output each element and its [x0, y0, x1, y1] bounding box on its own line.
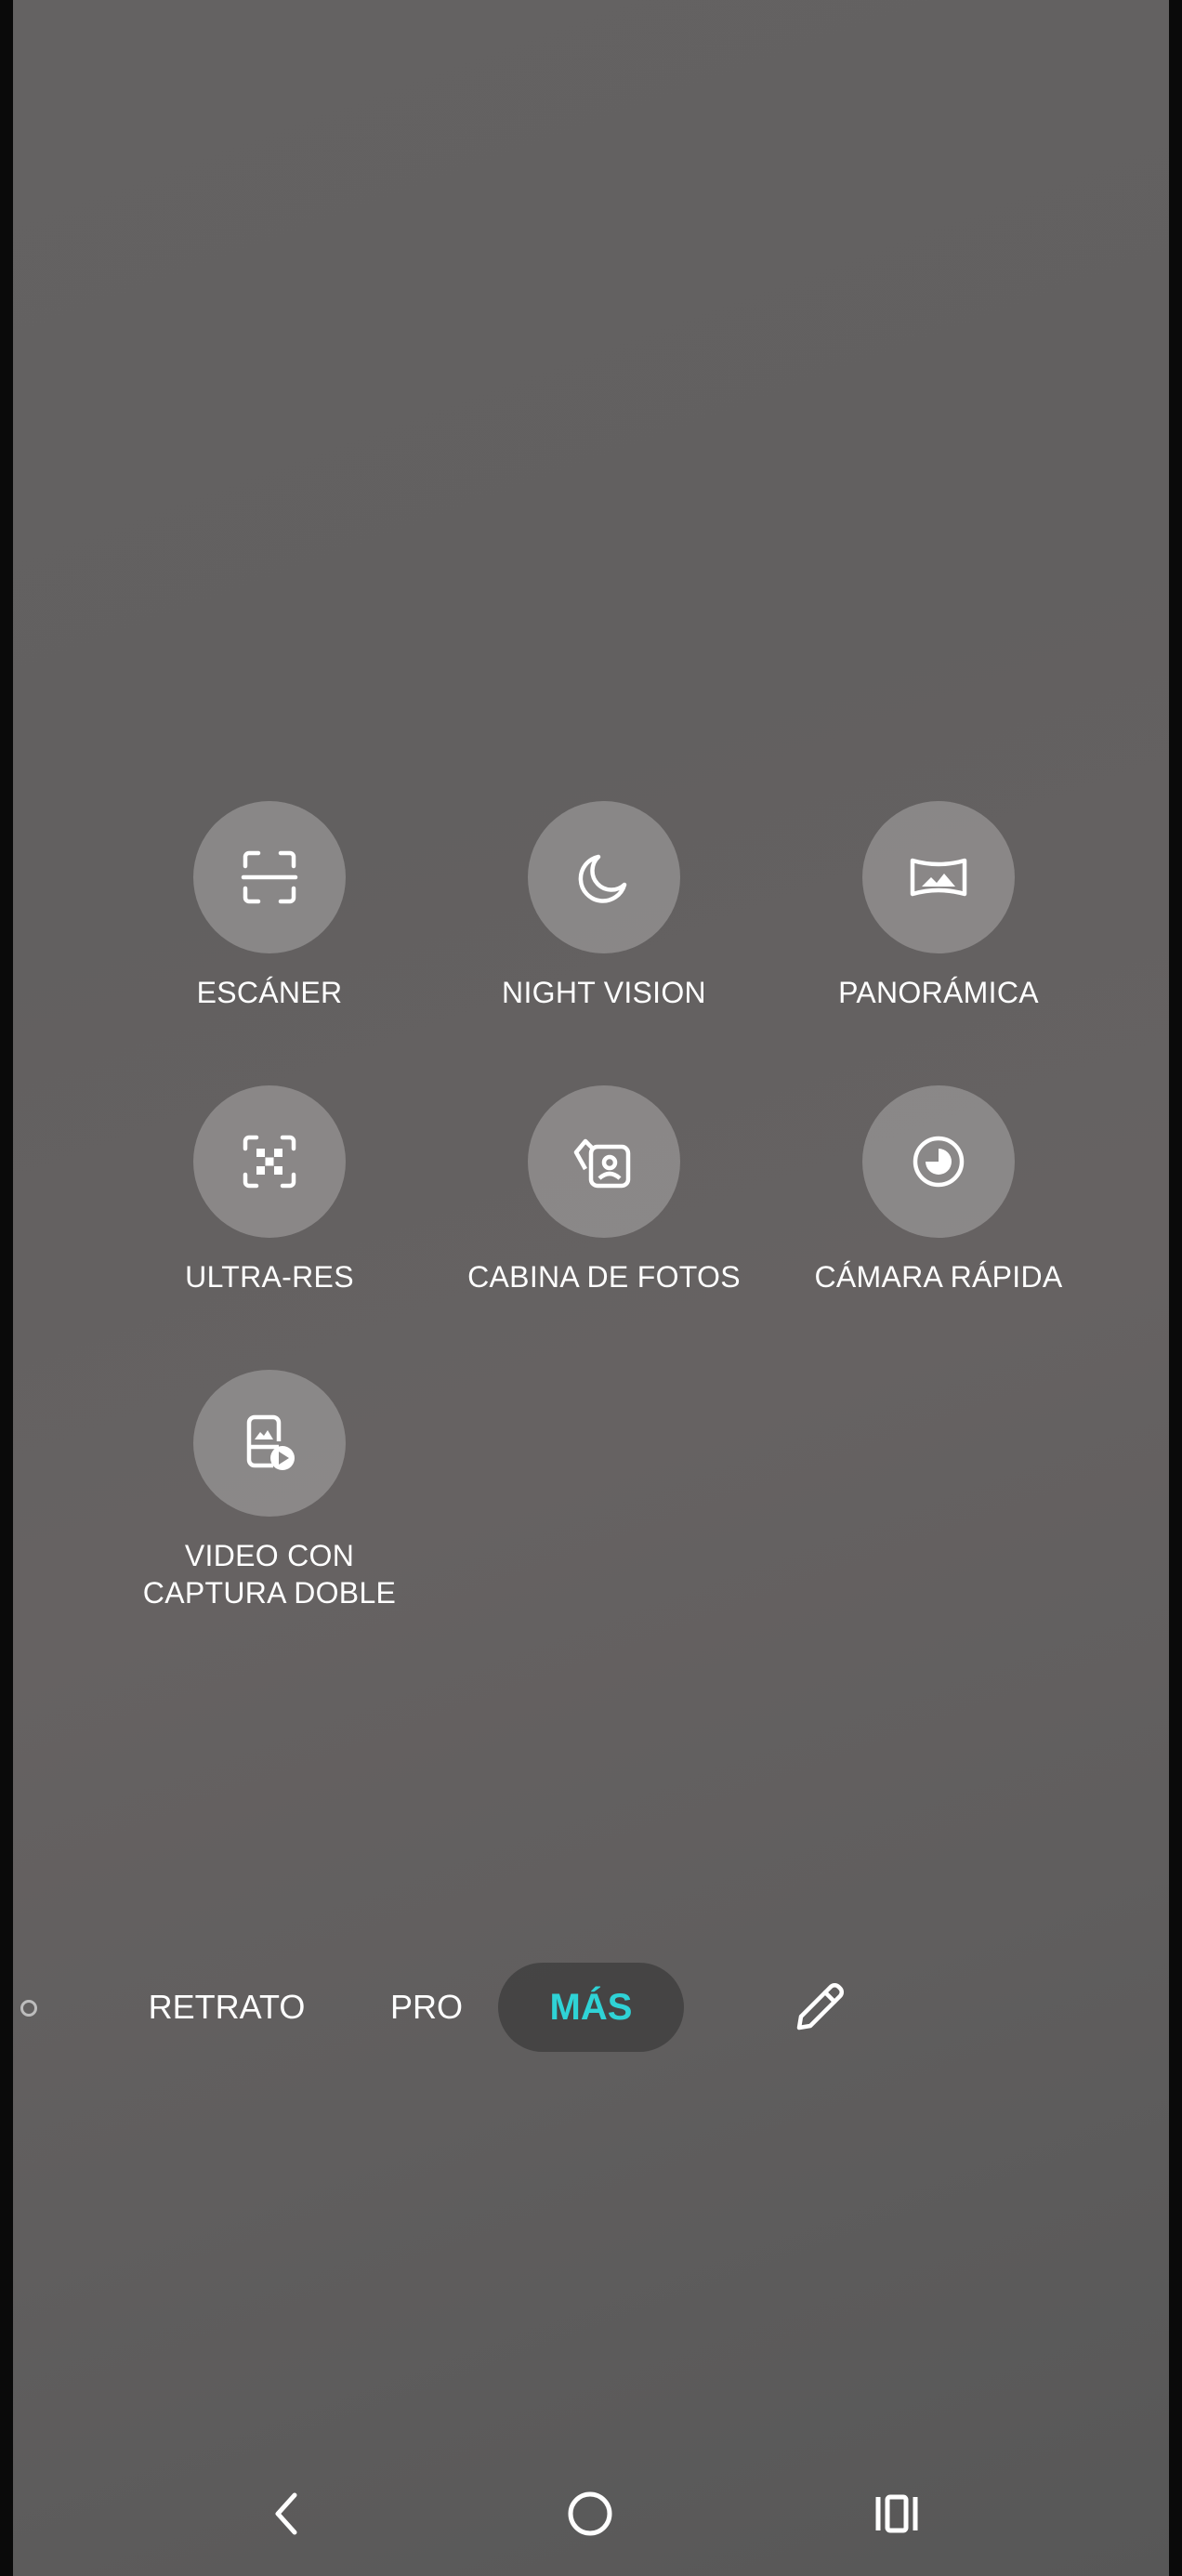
mode-night-vision-label: NIGHT VISION: [502, 976, 706, 1009]
mode-panoramic[interactable]: PANORÁMICA: [781, 801, 1097, 1043]
dual-capture-icon: [246, 1414, 295, 1470]
mode-photo-booth-button[interactable]: [528, 1085, 680, 1238]
mode-dual-capture-button[interactable]: [193, 1370, 346, 1517]
mode-night-vision[interactable]: NIGHT VISION: [446, 801, 762, 1043]
photo-booth-icon: [573, 1138, 631, 1189]
camera-mode-bar: RETRATO PRO MÁS: [13, 1963, 1169, 2059]
moon-icon: [578, 854, 627, 903]
timelapse-icon: [913, 1136, 965, 1188]
recents-icon: [875, 2494, 918, 2533]
mode-scanner-button[interactable]: [193, 801, 346, 953]
back-button[interactable]: [245, 2472, 329, 2556]
camera-viewfinder: ESCÁNER NIGHT VISION PANORÁMICA ULTRA-RE…: [13, 0, 1169, 2576]
mode-scanner[interactable]: ESCÁNER: [112, 801, 427, 1043]
mode-fast-camera-label: CÁMARA RÁPIDA: [814, 1260, 1063, 1294]
home-icon: [568, 2491, 612, 2536]
system-navigation-bar: [13, 2453, 1169, 2574]
mode-scanner-label: ESCÁNER: [196, 976, 343, 1009]
mode-ultra-res-button[interactable]: [193, 1085, 346, 1238]
mode-panoramic-button[interactable]: [862, 801, 1015, 953]
mode-night-vision-button[interactable]: [528, 801, 680, 953]
ultra-res-icon: [243, 1135, 296, 1189]
mode-dual-capture-label: VIDEO CON CAPTURA DOBLE: [142, 1539, 397, 1610]
mode-dual-capture[interactable]: VIDEO CON CAPTURA DOBLE: [112, 1370, 427, 1611]
mode-fast-camera[interactable]: CÁMARA RÁPIDA: [781, 1085, 1097, 1327]
mode-panoramic-label: PANORÁMICA: [838, 976, 1039, 1009]
pencil-icon: [796, 1983, 844, 2031]
scanner-icon: [241, 850, 298, 904]
mode-grid: ESCÁNER NIGHT VISION PANORÁMICA ULTRA-RE…: [13, 0, 1169, 1673]
mode-ultra-res[interactable]: ULTRA-RES: [112, 1085, 427, 1327]
mode-indicator-dot: [20, 2000, 37, 2017]
back-icon: [275, 2492, 297, 2535]
edit-modes-button[interactable]: [786, 1974, 853, 2041]
tab-pro[interactable]: PRO: [366, 1963, 487, 2052]
recents-button[interactable]: [855, 2472, 939, 2556]
mode-photo-booth-label: CABINA DE FOTOS: [467, 1260, 741, 1294]
home-button[interactable]: [548, 2472, 632, 2556]
mode-ultra-res-label: ULTRA-RES: [185, 1260, 354, 1294]
mode-photo-booth[interactable]: CABINA DE FOTOS: [446, 1085, 762, 1327]
tab-mas[interactable]: MÁS: [498, 1963, 684, 2052]
mode-fast-camera-button[interactable]: [862, 1085, 1015, 1238]
panorama-icon: [910, 858, 967, 897]
tab-retrato[interactable]: RETRATO: [134, 1963, 320, 2052]
